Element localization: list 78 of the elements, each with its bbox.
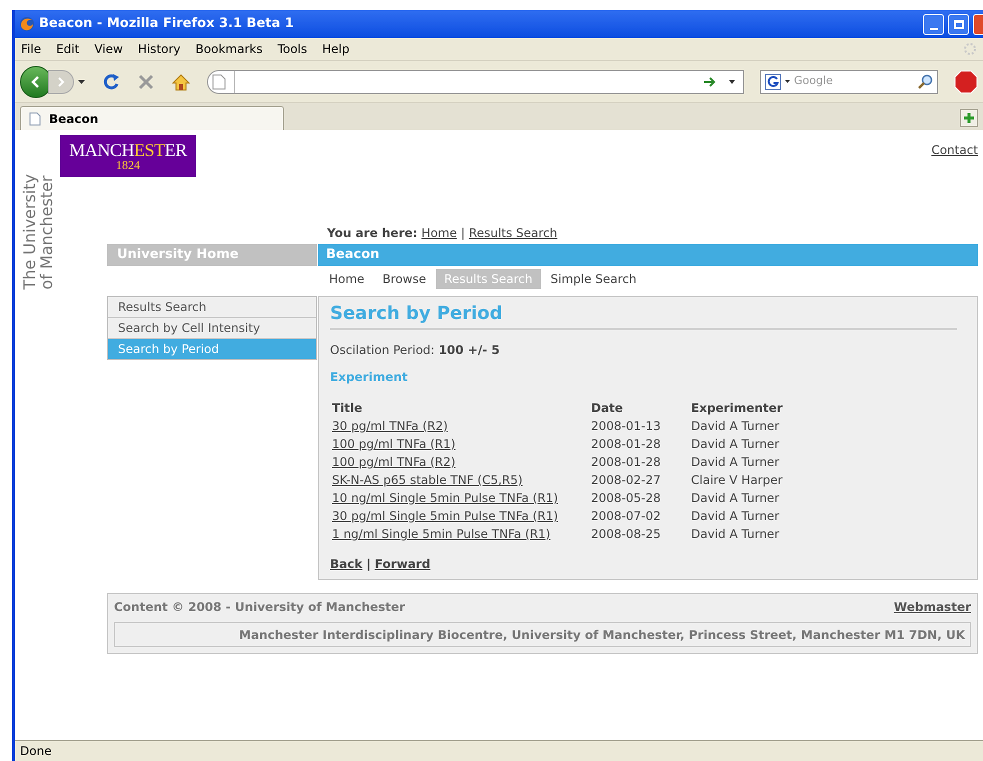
maximize-button[interactable] <box>948 14 969 34</box>
dropdown-arrow-icon[interactable] <box>729 80 735 84</box>
table-cell: 2008-08-25 <box>591 527 661 541</box>
status-bar: Done <box>15 740 983 761</box>
table-cell: 2008-01-28 <box>591 437 661 451</box>
address-box: Manchester Interdisciplinary Biocentre, University of Manchester, Princess Street, Manchester M1 7DN, UK <box>114 622 971 647</box>
column-header: Title <box>332 400 364 417</box>
period-label: Oscilation Period: <box>330 342 435 359</box>
plus-icon <box>963 112 975 124</box>
column-header: Experimenter <box>691 400 783 417</box>
dropdown-arrow-icon[interactable] <box>78 80 85 84</box>
breadcrumb-label: You are here: <box>327 225 418 242</box>
menu-item[interactable]: File <box>21 40 42 58</box>
table-cell: 2008-05-28 <box>591 491 661 505</box>
table-cell: David A Turner <box>691 491 780 505</box>
table-cell: David A Turner <box>691 437 780 451</box>
experiment-link[interactable]: 100 pg/ml TNFa (R2) <box>332 455 456 469</box>
nav-tab[interactable]: Home <box>321 269 372 289</box>
experiment-link[interactable]: 30 pg/ml TNFa (R2) <box>332 419 448 433</box>
home-icon[interactable] <box>171 72 191 90</box>
side-menu-item[interactable]: Results Search <box>108 297 316 317</box>
table-cell: David A Turner <box>691 455 780 469</box>
column-header: Date <box>591 400 624 417</box>
browser-tab[interactable]: Beacon <box>20 106 284 130</box>
breadcrumb-separator: | <box>460 225 465 242</box>
breadcrumb-link[interactable]: Home <box>421 224 457 242</box>
table-cell: David A Turner <box>691 527 780 541</box>
new-tab-button[interactable] <box>960 109 978 127</box>
window-title: Beacon - Mozilla Firefox 3.1 Beta 1 <box>39 15 295 34</box>
table-cell: 2008-01-28 <box>591 455 661 469</box>
forward-link[interactable]: Forward <box>374 555 430 573</box>
back-link[interactable]: Back <box>330 555 362 573</box>
reload-icon[interactable] <box>101 72 121 92</box>
experiment-link[interactable]: SK-N-AS p65 stable TNF (C5,R5) <box>332 473 523 487</box>
go-arrow-icon[interactable] <box>703 76 717 88</box>
menu-item[interactable]: Edit <box>56 40 80 58</box>
experiment-link[interactable]: 1 ng/ml Single 5min Pulse TNFa (R1) <box>332 527 550 541</box>
nav-tab[interactable]: Simple Search <box>542 269 645 289</box>
experiment-link[interactable]: 30 pg/ml Single 5min Pulse TNFa (R1) <box>332 509 558 523</box>
search-field[interactable]: Google <box>760 70 938 94</box>
stop-sign-icon[interactable] <box>954 70 978 94</box>
page-heading: Search by Period <box>330 300 957 330</box>
table-cell: David A Turner <box>691 419 780 433</box>
table-cell: 2008-01-13 <box>591 419 661 433</box>
menu-item[interactable]: Tools <box>278 40 308 58</box>
copyright-text: Content © 2008 - University of Manchester <box>114 599 406 616</box>
side-menu-item[interactable]: Search by Cell Intensity <box>108 318 316 338</box>
minimize-button[interactable] <box>923 14 944 34</box>
page-icon <box>29 112 41 126</box>
table-cell: 2008-07-02 <box>591 509 661 523</box>
throbber-icon <box>963 42 977 56</box>
chevron-right-icon <box>56 76 66 86</box>
contact-link[interactable]: Contact <box>931 141 978 159</box>
menu-item[interactable]: Bookmarks <box>196 40 263 58</box>
university-logo: MANCHESTER 1824 <box>60 135 196 177</box>
experiment-link[interactable]: 100 pg/ml TNFa (R1) <box>332 437 456 451</box>
menu-item[interactable]: History <box>138 40 181 58</box>
beacon-header: Beacon <box>318 244 978 266</box>
firefox-icon <box>19 16 35 32</box>
close-button[interactable] <box>973 14 983 34</box>
dropdown-arrow-icon[interactable] <box>785 80 790 83</box>
section-heading: Experiment <box>330 369 409 386</box>
nav-tab[interactable]: Browse <box>374 269 434 289</box>
pager-separator: | <box>366 556 371 573</box>
webmaster-link[interactable]: Webmaster <box>894 598 971 616</box>
page-icon <box>212 74 226 90</box>
breadcrumb-link[interactable]: Results Search <box>468 224 558 242</box>
search-icon[interactable] <box>917 74 933 90</box>
menu-item[interactable]: View <box>94 40 123 58</box>
table-cell: Claire V Harper <box>691 473 783 487</box>
search-engine-icon[interactable] <box>765 74 781 90</box>
table-cell: David A Turner <box>691 509 780 523</box>
period-value: 100 +/- 5 <box>438 342 500 359</box>
experiment-link[interactable]: 10 ng/ml Single 5min Pulse TNFa (R1) <box>332 491 558 505</box>
search-input[interactable]: Google <box>794 73 913 90</box>
menu-item[interactable]: Help <box>322 40 350 58</box>
university-side-text: The University of Manchester <box>21 174 55 290</box>
table-cell: 2008-02-27 <box>591 473 661 487</box>
